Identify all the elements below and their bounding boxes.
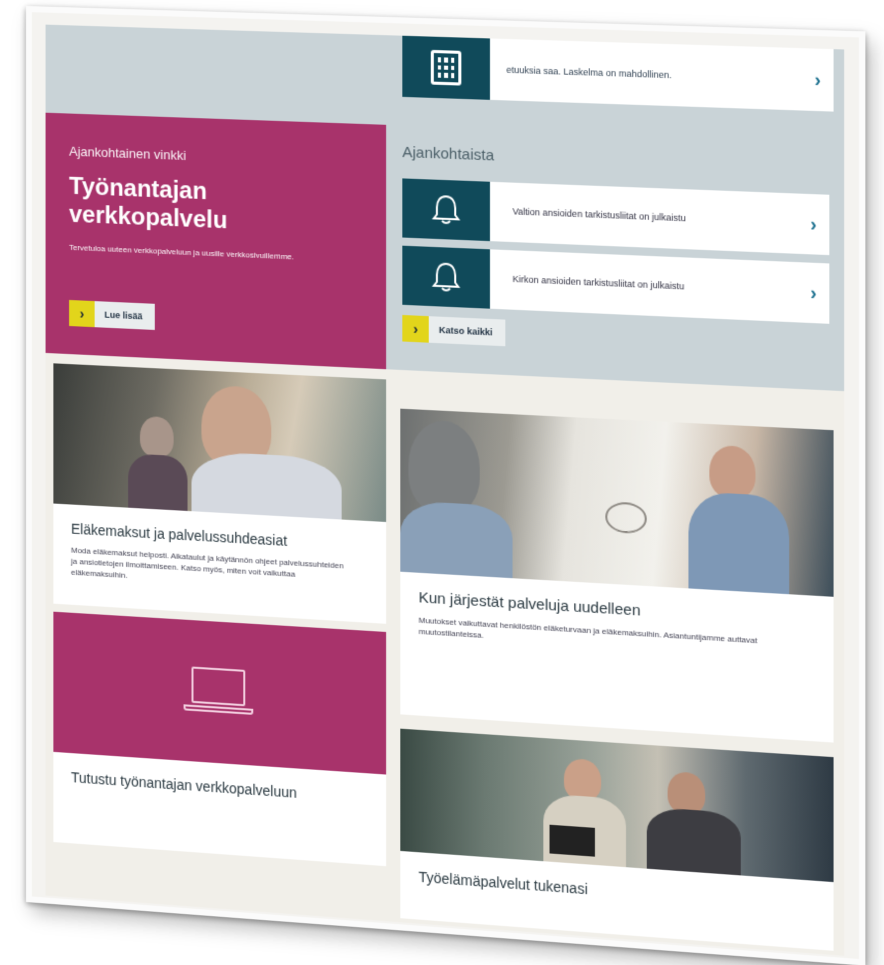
online-service-card-title: Tutustu työnantajan verkkopalveluun	[71, 769, 368, 806]
arrow-right-icon: ›	[69, 300, 95, 327]
laptop-icon	[184, 666, 254, 719]
chevron-right-icon: ›	[798, 281, 830, 304]
chevron-right-icon: ›	[802, 68, 834, 91]
news-item[interactable]: Kirkon ansioiden tarkistusliitat on julk…	[402, 246, 829, 324]
worklife-card[interactable]: Työelämäpalvelut tukenasi	[400, 729, 833, 951]
tilted-screen-frame: etuuksia saa. Laskelma on mahdollinen. ›…	[26, 6, 865, 965]
arrow-right-icon: ›	[402, 315, 428, 343]
tip-description: Tervetuloa uuteen verkkopalveluun ja uus…	[69, 242, 307, 263]
bell-icon	[402, 178, 490, 241]
see-all-label: Katso kaikki	[429, 324, 505, 338]
chevron-right-icon: ›	[798, 213, 830, 236]
stage: etuuksia saa. Laskelma on mahdollinen. ›…	[0, 0, 884, 931]
tip-kicker: Ajankohtainen vinkki	[69, 144, 362, 170]
whiteboard-meeting-photo	[400, 409, 833, 597]
read-more-button[interactable]: › Lue lisää	[69, 300, 154, 330]
see-all-button[interactable]: › Katso kaikki	[402, 315, 505, 346]
pension-card[interactable]: Eläkemaksut ja palvelussuhdeasiat Moda e…	[53, 363, 386, 624]
man-on-phone-photo	[53, 363, 386, 522]
calculator-icon	[402, 36, 490, 100]
pension-card-body: Eläkemaksut ja palvelussuhdeasiat Moda e…	[53, 504, 386, 614]
current-tip-block: Ajankohtainen vinkki Työnantajan verkkop…	[46, 113, 387, 370]
online-service-card[interactable]: Tutustu työnantajan verkkopalveluun	[53, 612, 386, 867]
news-heading: Ajankohtaista	[402, 144, 827, 177]
web-page: etuuksia saa. Laskelma on mahdollinen. ›…	[46, 25, 845, 956]
reorganize-card[interactable]: Kun järjestät palveluja uudelleen Muutok…	[400, 409, 833, 743]
pension-card-description: Moda eläkemaksut helposti. Aikataulut ja…	[71, 545, 344, 595]
bell-icon	[402, 246, 490, 309]
news-item-text: Kirkon ansioiden tarkistusliitat on julk…	[490, 273, 798, 298]
tip-title: Työnantajan verkkopalvelu	[69, 173, 287, 237]
news-section: Ajankohtaista Valtion ansioiden tarkistu…	[386, 125, 844, 391]
news-item-text: Valtion ansioiden tarkistusliitat on jul…	[490, 205, 798, 229]
calculator-card-text: etuuksia saa. Laskelma on mahdollinen.	[490, 64, 802, 85]
news-item[interactable]: Valtion ansioiden tarkistusliitat on jul…	[402, 178, 829, 255]
read-more-label: Lue lisää	[95, 309, 155, 322]
online-service-banner	[53, 612, 386, 775]
